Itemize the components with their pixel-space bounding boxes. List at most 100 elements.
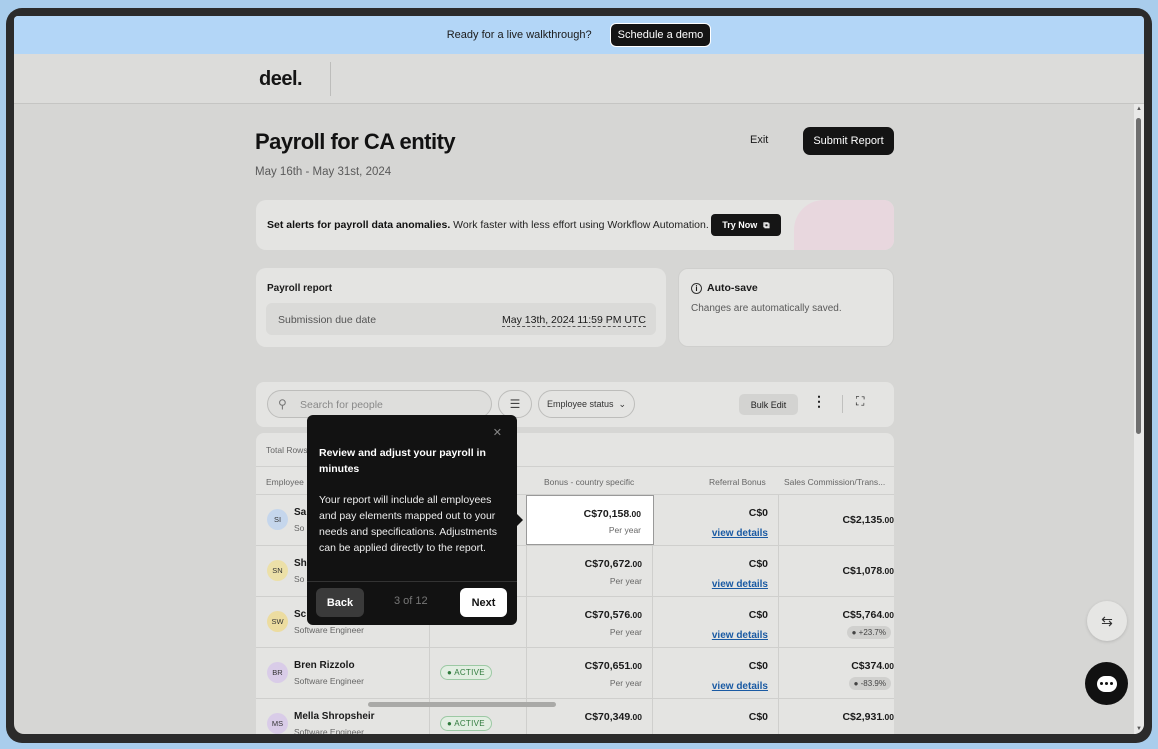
employee-name[interactable]: Bren Rizzolo bbox=[294, 660, 355, 671]
search-icon: ⚲ bbox=[278, 397, 287, 411]
due-date-value[interactable]: May 13th, 2024 11:59 PM UTC bbox=[502, 314, 646, 327]
bonus-dec: .00 bbox=[630, 610, 642, 620]
avatar: SI bbox=[267, 509, 288, 530]
per-year-label: Per year bbox=[609, 678, 642, 688]
bonus-main: C$70,672 bbox=[584, 558, 631, 570]
column-divider bbox=[652, 597, 653, 648]
close-icon[interactable]: ✕ bbox=[493, 426, 502, 439]
bonus-value[interactable]: C$70,576.00 bbox=[585, 609, 642, 621]
view-details-link[interactable]: view details bbox=[712, 630, 768, 641]
bonus-value: C$70,158.00 bbox=[584, 508, 641, 520]
employee-name[interactable]: Sc bbox=[294, 609, 306, 620]
employee-status-dropdown[interactable]: Employee status ⌄ bbox=[538, 390, 635, 418]
bonus-value[interactable]: C$70,349.00 bbox=[585, 711, 642, 723]
search-input[interactable]: ⚲ Search for people bbox=[267, 390, 492, 418]
sales-commission-value[interactable]: C$2,931.00 bbox=[842, 711, 894, 723]
bonus-value[interactable]: C$70,651.00 bbox=[585, 660, 642, 672]
referral-bonus-value[interactable]: C$0 bbox=[749, 660, 768, 672]
header-referral[interactable]: Referral Bonus bbox=[709, 477, 766, 487]
per-year-label: Per year bbox=[609, 576, 642, 586]
bonus-dec: .00 bbox=[630, 559, 642, 569]
highlighted-bonus-cell[interactable]: C$70,158.00 Per year bbox=[526, 495, 654, 545]
bonus-value[interactable]: C$70,672.00 bbox=[585, 558, 642, 570]
step-indicator: 3 of 12 bbox=[394, 595, 428, 607]
bonus-main: C$70,349 bbox=[584, 711, 631, 723]
next-button[interactable]: Next bbox=[460, 588, 507, 617]
info-icon: i bbox=[691, 282, 702, 294]
more-options-icon[interactable]: ⋮ bbox=[812, 393, 826, 410]
bonus-main: C$70,651 bbox=[584, 660, 631, 672]
workflow-alert-banner: Set alerts for payroll data anomalies. W… bbox=[256, 200, 894, 250]
payroll-report-card: Payroll report Submission due date May 1… bbox=[256, 268, 666, 347]
header-sales[interactable]: Sales Commission/Trans... bbox=[784, 477, 885, 487]
scroll-thumb[interactable] bbox=[1136, 118, 1141, 434]
column-divider bbox=[652, 648, 653, 699]
sales-commission-value[interactable]: C$5,764.00 bbox=[842, 609, 894, 621]
header-employee[interactable]: Employee bbox=[266, 477, 304, 487]
browser-viewport: Ready for a live walkthrough? Schedule a… bbox=[14, 16, 1144, 734]
autosave-title-text: Auto-save bbox=[707, 282, 758, 294]
employee-role: Software Engineer bbox=[294, 625, 364, 635]
sales-commission-value[interactable]: C$2,135.00 bbox=[842, 514, 894, 526]
chat-button[interactable] bbox=[1085, 662, 1128, 705]
due-date-label: Submission due date bbox=[278, 314, 377, 326]
try-now-button[interactable]: Try Now ⧉ bbox=[711, 214, 781, 236]
dot-icon: ● bbox=[851, 628, 859, 637]
try-now-label: Try Now bbox=[722, 220, 758, 230]
employee-role: Software Engineer bbox=[294, 676, 364, 686]
sales-dec: .00 bbox=[882, 610, 894, 620]
sales-main: C$2,135 bbox=[842, 514, 883, 526]
sales-dec: .00 bbox=[882, 712, 894, 722]
referral-bonus-value[interactable]: C$0 bbox=[749, 609, 768, 621]
employee-name[interactable]: Sh bbox=[294, 558, 307, 569]
chat-icon bbox=[1096, 675, 1117, 692]
referral-bonus-value[interactable]: C$0 bbox=[749, 507, 768, 519]
table-row[interactable]: MS Mella Shropsheir Software Engineer ● … bbox=[256, 699, 894, 734]
deel-logo[interactable]: deel. bbox=[259, 68, 303, 91]
sales-main: C$2,931 bbox=[842, 711, 883, 723]
sales-commission-value[interactable]: C$1,078.00 bbox=[842, 565, 894, 577]
fullscreen-icon[interactable]: ⛶ bbox=[856, 394, 864, 409]
vertical-scrollbar[interactable]: ▲ ▼ bbox=[1134, 104, 1144, 734]
schedule-demo-button[interactable]: Schedule a demo bbox=[609, 23, 712, 47]
sliders-icon: ⇆ bbox=[1101, 612, 1113, 629]
employee-status-label: Employee status bbox=[546, 399, 614, 409]
bonus-dec: .00 bbox=[630, 712, 642, 722]
scroll-down-icon[interactable]: ▼ bbox=[1136, 726, 1142, 732]
column-divider bbox=[778, 699, 779, 734]
avatar: BR bbox=[267, 662, 288, 683]
view-details-link[interactable]: view details bbox=[712, 681, 768, 692]
column-divider bbox=[778, 648, 779, 699]
change-badge: ● +23.7% bbox=[846, 626, 891, 639]
filter-icon: ☰ bbox=[509, 397, 521, 411]
scroll-up-icon[interactable]: ▲ bbox=[1136, 106, 1142, 112]
column-divider bbox=[778, 597, 779, 648]
alert-body-text: Work faster with less effort using Workf… bbox=[450, 219, 709, 231]
autosave-description: Changes are automatically saved. bbox=[691, 303, 842, 314]
tooltip-heading: Review and adjust your payroll in minute… bbox=[319, 447, 486, 475]
exit-button[interactable]: Exit bbox=[750, 134, 768, 146]
referral-bonus-value[interactable]: C$0 bbox=[749, 711, 768, 723]
view-details-link[interactable]: view details bbox=[712, 528, 768, 539]
avatar: SN bbox=[267, 560, 288, 581]
onboarding-tooltip: ✕ Review and adjust your payroll in minu… bbox=[307, 415, 523, 625]
submit-report-button[interactable]: Submit Report bbox=[803, 127, 894, 155]
sales-main: C$5,764 bbox=[842, 609, 883, 621]
back-button[interactable]: Back bbox=[316, 588, 364, 617]
chevron-down-icon: ⌄ bbox=[618, 398, 627, 409]
referral-bonus-value[interactable]: C$0 bbox=[749, 558, 768, 570]
view-details-link[interactable]: view details bbox=[712, 579, 768, 590]
bulk-edit-button[interactable]: Bulk Edit bbox=[739, 394, 798, 415]
sales-commission-value[interactable]: C$374.00 bbox=[851, 660, 894, 672]
bonus-main: C$70,158 bbox=[583, 508, 630, 520]
status-text: ACTIVE bbox=[454, 719, 485, 728]
table-row[interactable]: BR Bren Rizzolo Software Engineer ● ACTI… bbox=[256, 648, 894, 699]
external-link-icon: ⧉ bbox=[763, 219, 770, 230]
sales-main: C$374 bbox=[851, 660, 883, 672]
filter-button[interactable]: ☰ bbox=[498, 390, 532, 418]
employee-name[interactable]: Mella Shropsheir bbox=[294, 711, 375, 722]
header-bonus[interactable]: Bonus - country specific bbox=[544, 477, 634, 487]
adjustments-button[interactable]: ⇆ bbox=[1087, 601, 1127, 641]
horizontal-scrollbar[interactable] bbox=[368, 702, 556, 707]
employee-name[interactable]: Sa bbox=[294, 507, 306, 518]
